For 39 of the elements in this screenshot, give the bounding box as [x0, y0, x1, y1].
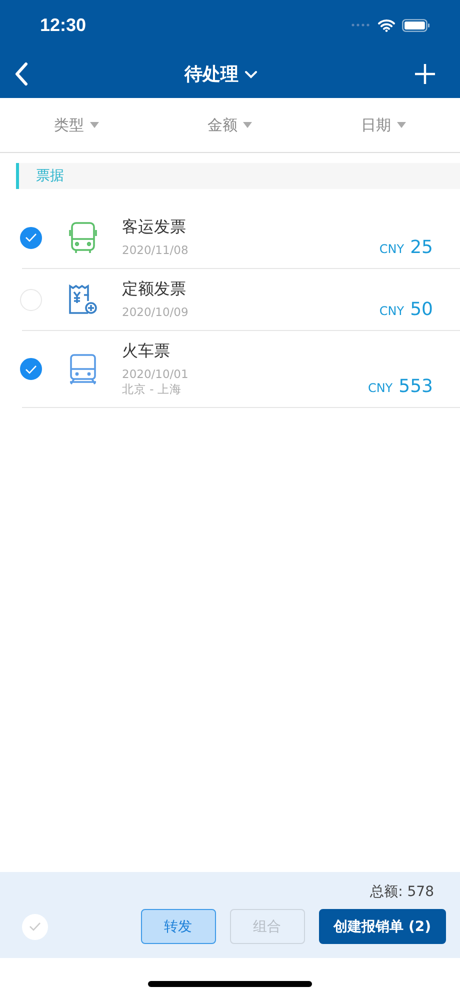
ticket-date: 2020/10/01	[122, 367, 190, 382]
filter-dropdown[interactable]: 日期	[306, 98, 460, 152]
signal-icon	[351, 23, 371, 27]
caret-icon	[396, 122, 406, 128]
filter-dropdown[interactable]: 金额	[153, 98, 307, 152]
back-button[interactable]	[14, 62, 28, 86]
action-button[interactable]: 创建报销单 (2)	[318, 909, 446, 944]
add-button[interactable]	[414, 63, 436, 85]
amount-value: 25	[410, 237, 433, 258]
ticket-title: 客运发票	[122, 217, 187, 238]
caret-icon	[243, 122, 252, 128]
bus-icon	[66, 220, 100, 254]
ticket-date: 2020/10/09	[122, 305, 190, 320]
battery-icon	[402, 18, 430, 32]
receipt-icon	[66, 282, 100, 316]
total-amount: 总额: 578	[369, 883, 435, 902]
filter-dropdown[interactable]: 类型	[0, 98, 154, 152]
checkmark-icon	[29, 922, 41, 931]
wifi-icon	[378, 18, 395, 32]
select-all-checkbox[interactable]	[22, 914, 48, 940]
ticket-title: 定额发票	[122, 279, 187, 300]
checkmark-icon	[25, 364, 37, 374]
ticket-title: 火车票	[122, 341, 171, 362]
currency-label: CNY	[379, 242, 404, 256]
chevron-down-icon	[244, 70, 258, 78]
title-dropdown[interactable]: 待处理	[184, 62, 258, 86]
caret-icon	[90, 122, 100, 128]
amount-value: 553	[398, 376, 433, 397]
action-button[interactable]: 转发	[140, 909, 216, 944]
row-checkbox[interactable]	[20, 226, 42, 248]
amount-value: 50	[410, 299, 433, 320]
status-time: 12:30	[40, 14, 86, 36]
ticket-route: 北京 - 上海	[122, 382, 182, 397]
section-title: 票据	[36, 167, 64, 185]
checkmark-icon	[25, 233, 37, 242]
currency-label: CNY	[379, 304, 404, 318]
row-checkbox[interactable]	[20, 358, 42, 380]
currency-label: CNY	[368, 381, 393, 395]
ticket-date: 2020/11/08	[122, 243, 190, 258]
